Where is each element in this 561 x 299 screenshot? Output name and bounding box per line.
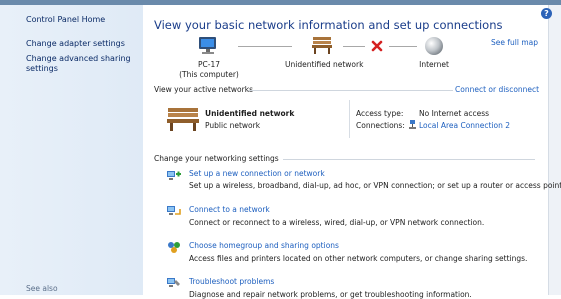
troubleshoot-problems-link[interactable]: Troubleshoot problems — [189, 277, 274, 286]
access-type-value: No Internet access — [419, 109, 490, 118]
change-adapter-settings-link[interactable]: Change adapter settings — [26, 39, 125, 49]
change-advanced-sharing-link[interactable]: Change advanced sharing settings — [26, 54, 141, 74]
page-title: View your basic network information and … — [154, 18, 503, 32]
active-network-separator — [349, 100, 350, 138]
map-connector-line — [238, 46, 292, 47]
homegroup-icon — [166, 240, 182, 254]
network-map-label: Unidentified network — [285, 60, 364, 69]
map-connector-line — [389, 46, 417, 47]
internet-globe-icon — [424, 36, 444, 56]
computer-name-label: PC-17 — [197, 60, 220, 69]
troubleshoot-icon — [166, 276, 182, 290]
active-network-type: Public network — [205, 121, 261, 130]
local-area-connection-link[interactable]: Local Area Connection 2 — [419, 121, 510, 130]
new-connection-icon — [166, 168, 182, 182]
active-networks-heading: View your active networks — [154, 85, 253, 94]
homegroup-sharing-description: Access files and printers located on oth… — [189, 254, 528, 263]
local-area-connection-icon — [409, 120, 416, 130]
setup-connection-link[interactable]: Set up a new connection or network — [189, 169, 325, 178]
homegroup-sharing-link[interactable]: Choose homegroup and sharing options — [189, 241, 339, 250]
network-bench-icon — [311, 35, 333, 55]
see-also-heading: See also — [26, 284, 58, 293]
no-connection-x-icon — [371, 40, 383, 52]
connect-network-icon — [166, 204, 182, 218]
connect-to-network-link[interactable]: Connect to a network — [189, 205, 270, 214]
active-network-bench-icon — [166, 106, 200, 132]
help-icon[interactable]: ? — [541, 8, 552, 19]
connections-label: Connections: — [356, 121, 405, 130]
setup-connection-description: Set up a wireless, broadband, dial-up, a… — [189, 181, 561, 190]
control-panel-home-link[interactable]: Control Panel Home — [26, 15, 105, 25]
connect-or-disconnect-link[interactable]: Connect or disconnect — [455, 85, 539, 94]
internet-label: Internet — [419, 60, 449, 69]
active-network-name: Unidentified network — [205, 109, 295, 118]
computer-subtitle-label: (This computer) — [179, 70, 239, 79]
change-settings-heading: Change your networking settings — [154, 154, 279, 163]
connect-to-network-description: Connect or reconnect to a wireless, wire… — [189, 218, 485, 227]
section-divider — [283, 159, 535, 160]
map-connector-line — [343, 46, 365, 47]
see-full-map-link[interactable]: See full map — [491, 38, 538, 47]
access-type-label: Access type: — [356, 109, 404, 118]
computer-icon — [196, 36, 220, 56]
section-divider — [248, 90, 453, 91]
vertical-scrollbar[interactable] — [548, 5, 561, 295]
